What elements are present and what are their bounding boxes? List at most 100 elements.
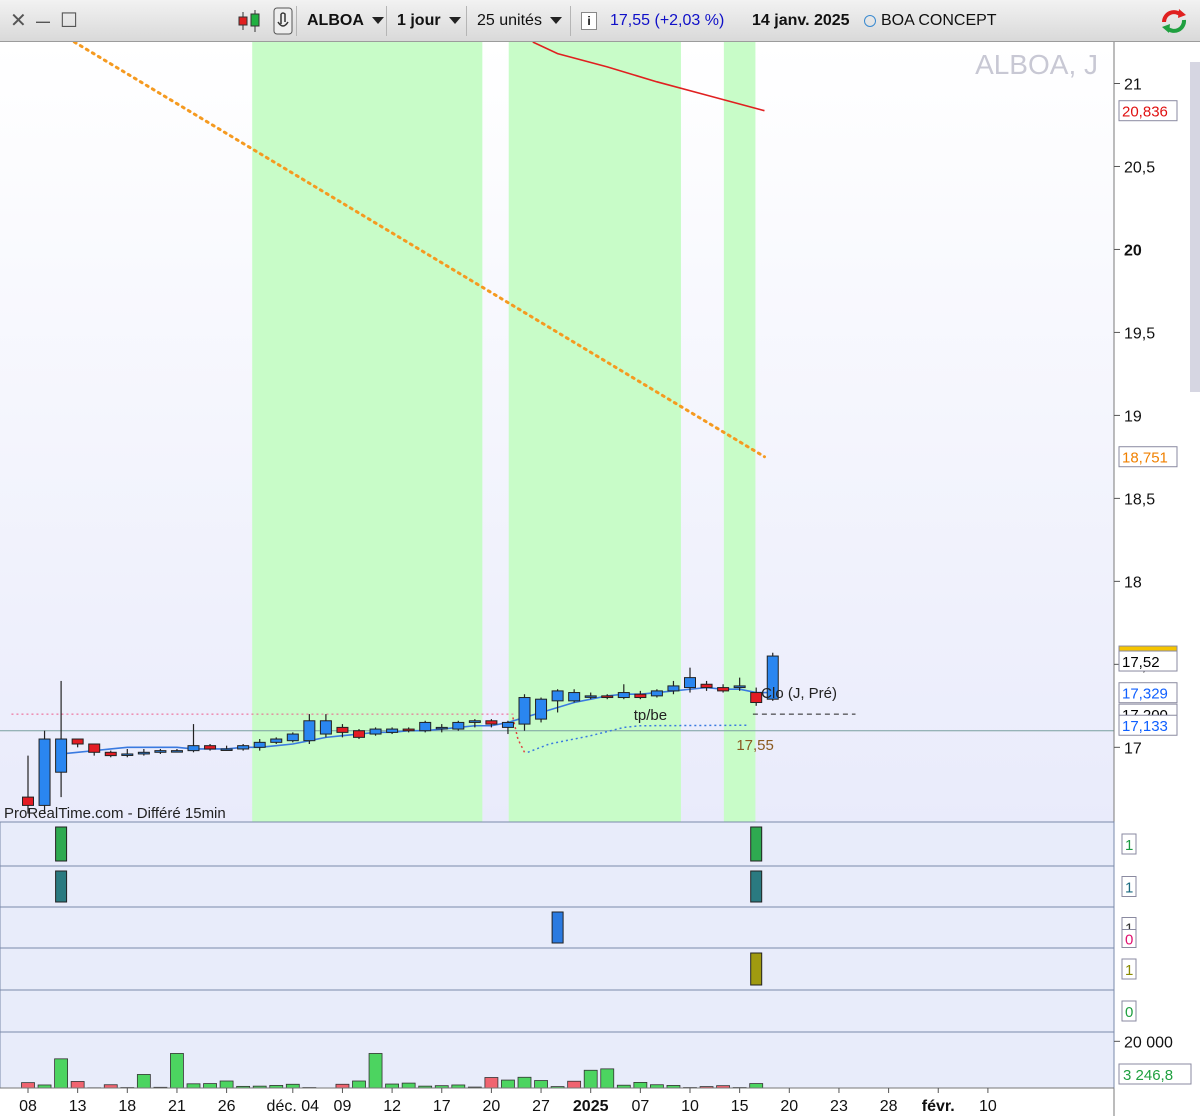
- interval-select[interactable]: 1 jour: [386, 6, 467, 36]
- x-tick-label: 27: [532, 1098, 550, 1115]
- x-tick-label: déc. 04: [267, 1098, 320, 1115]
- candle-body: [733, 685, 746, 689]
- indicator-bar: [55, 870, 68, 903]
- candle-body: [650, 690, 663, 697]
- candle-body: [303, 720, 316, 742]
- candle-body: [386, 728, 399, 733]
- candle-body: [551, 690, 564, 702]
- highlight-zone: [723, 42, 756, 822]
- x-tick-label: 20: [483, 1098, 501, 1115]
- x-tick-label: 21: [168, 1098, 186, 1115]
- hand-cursor-icon[interactable]: [270, 6, 296, 36]
- indicator-extra-value: 0: [1125, 932, 1133, 949]
- close-icon[interactable]: ✕: [10, 6, 27, 36]
- indicator-panel: 1: [0, 947, 1137, 991]
- candle-body: [667, 685, 680, 692]
- price-chart[interactable]: 1717,51818,51919,52020,521 20,83618,7511…: [0, 42, 1200, 1116]
- candle-body: [601, 695, 614, 699]
- indicator-panel-bg: [0, 989, 1115, 1033]
- x-tick-label: 15: [731, 1098, 749, 1115]
- candle-body: [485, 720, 498, 725]
- company-name: BOA CONCEPT: [864, 6, 997, 36]
- indicator-panel: 10: [0, 906, 1137, 949]
- candle-body: [468, 720, 481, 723]
- indicator-value: 1: [1125, 837, 1133, 854]
- y-tick-label: 17: [1124, 740, 1142, 757]
- units-select[interactable]: 25 unités: [466, 6, 569, 36]
- candle-body: [353, 730, 365, 738]
- y-tick-label: 19,5: [1124, 325, 1155, 342]
- x-tick-label: 07: [631, 1098, 649, 1115]
- ticker-label: ALBOA: [307, 12, 364, 29]
- candle-body: [336, 726, 349, 733]
- y-tick-label: 18,5: [1124, 491, 1155, 508]
- volume-bar: [484, 1077, 499, 1089]
- info-icon[interactable]: i: [570, 6, 601, 36]
- indicator-panel: 1: [0, 821, 1137, 867]
- annotation-clo: Clo (J, Pré): [761, 685, 837, 702]
- toolbar: ✕ — ☐ ALBOA 1 jour 25 unités i 17,55 (+2…: [0, 0, 1200, 42]
- volume-bar: [219, 1080, 234, 1089]
- candle-body: [750, 692, 763, 704]
- x-tick-label: 18: [118, 1098, 136, 1115]
- candle-body: [220, 748, 233, 751]
- candle-body: [38, 738, 51, 806]
- candle-body: [435, 726, 448, 730]
- candle-body: [154, 750, 167, 753]
- y-tick-label: 20,5: [1124, 159, 1155, 176]
- minimize-icon[interactable]: —: [36, 6, 50, 36]
- volume-bar: [385, 1083, 400, 1089]
- indicator-value: 1: [1125, 880, 1133, 897]
- x-tick-label: 20: [780, 1098, 798, 1115]
- y-tick-label: 21: [1124, 76, 1142, 93]
- indicator-value: 1: [1125, 962, 1133, 979]
- volume-bar: [285, 1083, 300, 1089]
- candle-body: [518, 697, 531, 725]
- indicator-panel-bg: [0, 947, 1115, 991]
- chevron-down-icon: [448, 17, 461, 25]
- candle-body: [104, 751, 117, 757]
- volume-bar: [352, 1080, 366, 1089]
- candle-body: [717, 687, 730, 692]
- chart-title: ALBOA, J: [975, 49, 1098, 80]
- x-tick-label: 13: [69, 1098, 87, 1115]
- annotation-tp-be: tp/be: [634, 707, 667, 724]
- candle-body: [617, 692, 630, 699]
- indicator-bar: [750, 952, 763, 986]
- y-tick-label: 18: [1124, 574, 1142, 591]
- volume-bar: [186, 1083, 201, 1089]
- y-tick-label: 19: [1124, 408, 1142, 425]
- candle-body: [319, 720, 332, 735]
- chevron-down-icon: [371, 17, 384, 25]
- y-tick-label: 20: [1124, 242, 1142, 259]
- ticker-select[interactable]: ALBOA: [296, 6, 385, 36]
- volume-last-value: 3 246,8: [1123, 1067, 1173, 1084]
- price-label: 17,52: [1122, 654, 1160, 671]
- maximize-icon[interactable]: ☐: [60, 6, 78, 36]
- indicator-bar: [750, 826, 763, 862]
- candle: [650, 689, 663, 698]
- candle-body: [121, 753, 134, 756]
- side-scroll-strip: [1190, 62, 1200, 392]
- candle: [452, 720, 465, 731]
- x-tick-label: 2025: [573, 1098, 609, 1115]
- circle-icon: [864, 14, 876, 27]
- candle-body: [535, 698, 548, 720]
- candle-body: [187, 745, 200, 752]
- volume-bar: [749, 1083, 764, 1089]
- candle-body: [684, 677, 696, 689]
- candle-body: [452, 721, 465, 730]
- candlestick-icon[interactable]: [236, 6, 266, 36]
- candle-body: [137, 751, 150, 755]
- candle: [38, 730, 51, 814]
- x-tick-label: 12: [383, 1098, 401, 1115]
- volume-bar: [534, 1080, 548, 1089]
- price-label: 18,751: [1122, 450, 1168, 467]
- candle-body: [253, 741, 266, 748]
- candle: [419, 720, 432, 733]
- volume-bar: [54, 1058, 68, 1089]
- quote-value: 17,55 (+2,03 %): [610, 12, 725, 29]
- candle-body: [286, 733, 299, 742]
- refresh-icon[interactable]: [1158, 6, 1190, 36]
- candle-body: [88, 743, 101, 753]
